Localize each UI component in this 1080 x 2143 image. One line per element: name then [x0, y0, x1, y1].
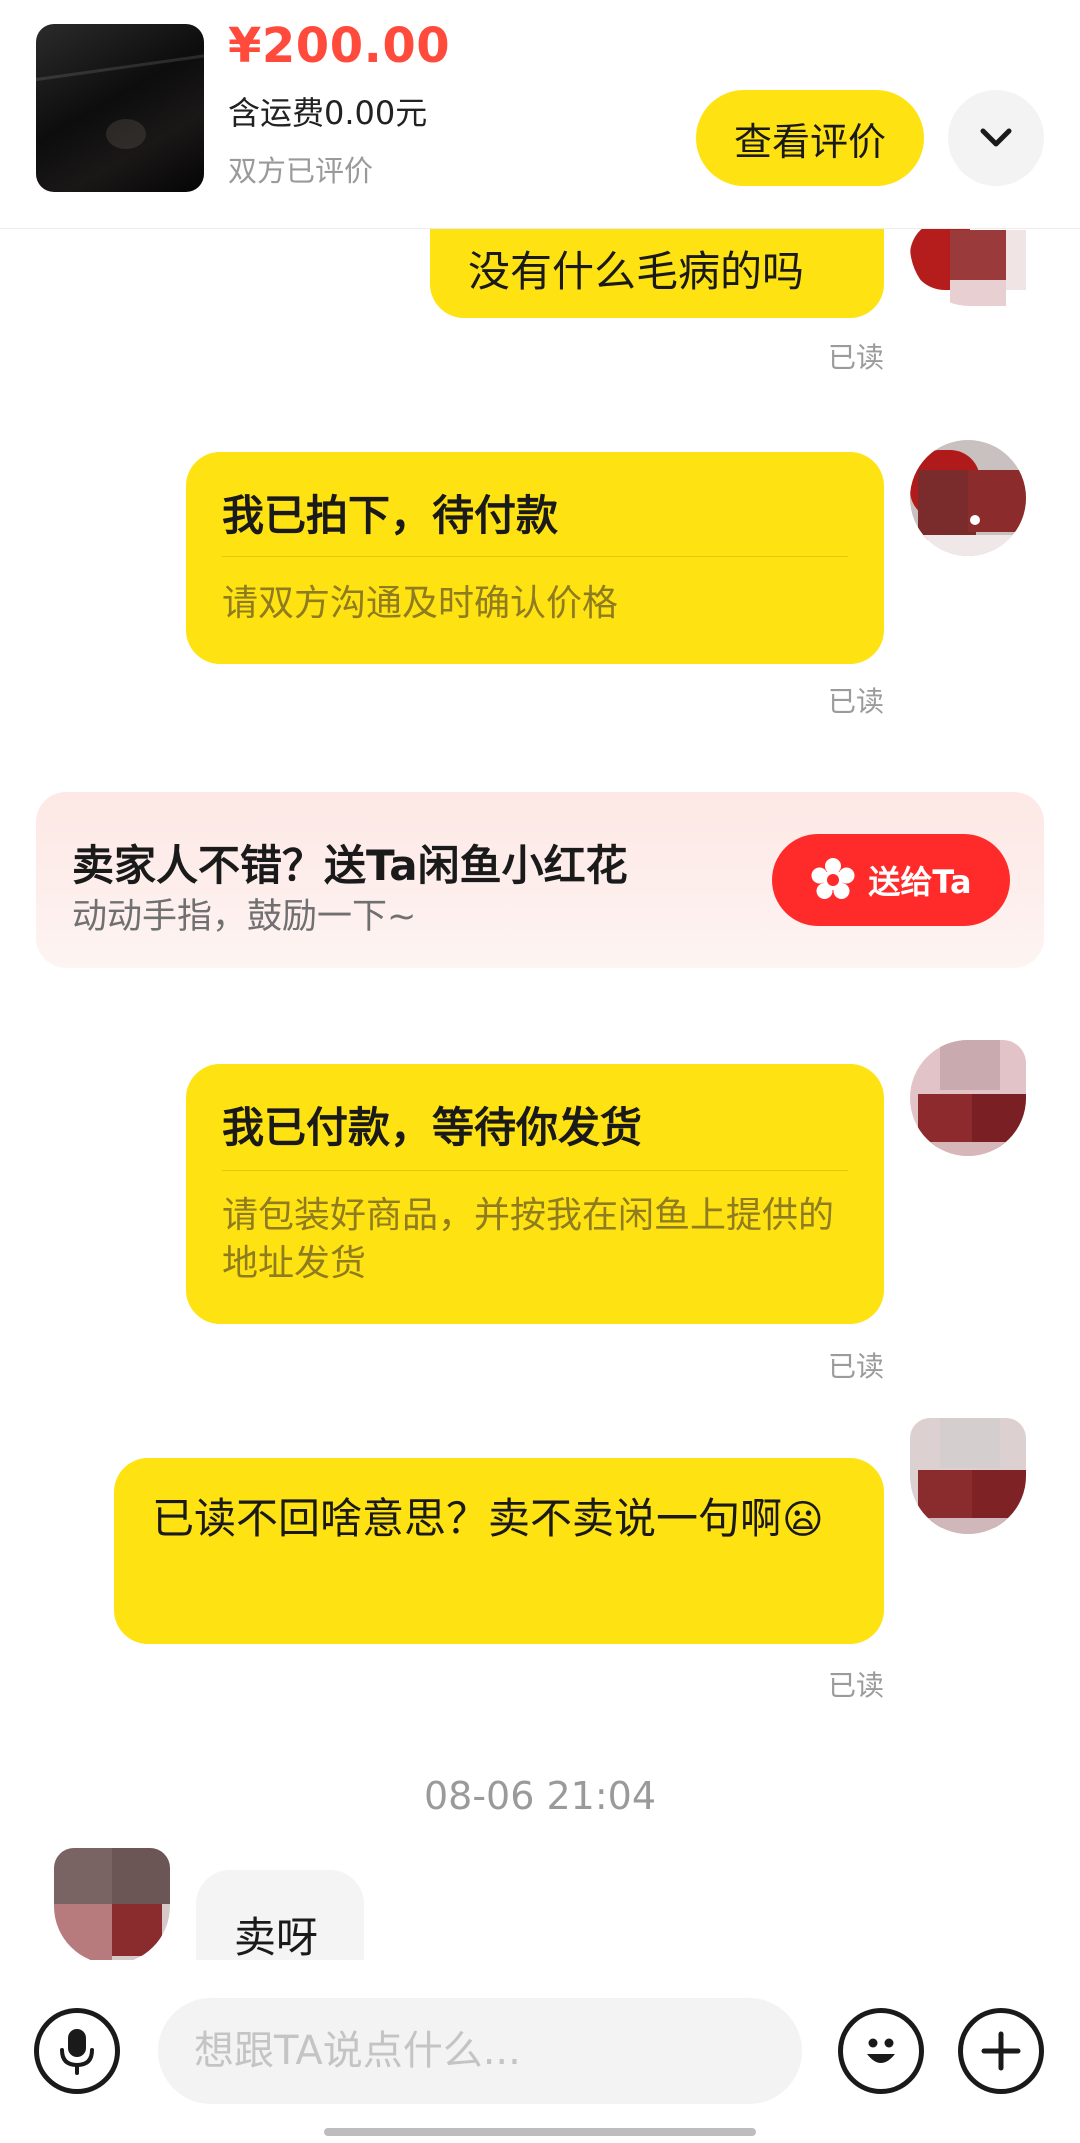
flower-icon — [811, 858, 855, 899]
card-title: 我已拍下，待付款 — [222, 491, 559, 540]
home-indicator — [324, 2128, 756, 2136]
emoji-button[interactable] — [838, 2008, 924, 2094]
microphone-icon — [60, 2029, 94, 2075]
send-flower-label: 送给Ta — [868, 863, 972, 901]
view-review-label: 查看评价 — [733, 119, 886, 164]
view-review-button[interactable]: 查看评价 — [696, 90, 924, 186]
order-status-card[interactable]: 我已付款，等待你发货 请包装好商品，并按我在闲鱼上提供的地址发货 — [186, 1064, 884, 1324]
timestamp: 08-06 21:04 — [423, 1774, 656, 1818]
avatar[interactable] — [910, 1418, 1026, 1534]
surprised-face-emoji: 😦 — [782, 1497, 824, 1543]
card-subtitle: 请包装好商品，并按我在闲鱼上提供的地址发货 — [222, 1195, 835, 1284]
message-text-content: 已读不回啥意思？卖不卖说一句啊 — [152, 1494, 783, 1543]
message-text: 已读不回啥意思？卖不卖说一句啊😦 — [152, 1486, 852, 1553]
shipping-fee: 含运费0.00元 — [228, 94, 428, 132]
card-divider — [222, 1170, 848, 1171]
review-status: 双方已评价 — [228, 154, 374, 188]
card-subtitle: 请双方沟通及时确认价格 — [222, 583, 619, 624]
product-thumbnail[interactable] — [36, 24, 204, 192]
message-bubble[interactable]: 已读不回啥意思？卖不卖说一句啊😦 — [114, 1458, 884, 1644]
read-receipt: 已读 — [827, 685, 884, 718]
order-status-card[interactable]: 我已拍下，待付款 请双方沟通及时确认价格 — [186, 452, 884, 664]
message-input[interactable] — [158, 1998, 802, 2104]
read-receipt: 已读 — [827, 1350, 884, 1383]
banner-subtitle: 动动手指，鼓励一下~ — [72, 897, 417, 937]
avatar[interactable] — [910, 1040, 1026, 1156]
avatar[interactable] — [910, 440, 1026, 556]
chevron-down-icon — [980, 128, 1012, 147]
send-flower-button[interactable]: 送给Ta — [772, 834, 1010, 926]
product-header: ¥200.00 含运费0.00元 双方已评价 查看评价 — [0, 0, 1080, 229]
more-button[interactable] — [958, 2008, 1044, 2094]
message-text: 没有什么毛病的吗 — [468, 247, 805, 296]
avatar[interactable] — [54, 1848, 170, 1964]
voice-button[interactable] — [34, 2008, 120, 2094]
message-text: 卖呀 — [234, 1913, 319, 1962]
collapse-button[interactable] — [948, 90, 1044, 186]
input-bar — [0, 1960, 1080, 2143]
card-divider — [222, 556, 848, 557]
red-flower-banner: 卖家人不错？送Ta闲鱼小红花 动动手指，鼓励一下~ 送给Ta — [36, 792, 1044, 968]
product-price: ¥200.00 — [228, 18, 451, 74]
plus-icon — [981, 2031, 1021, 2071]
read-receipt: 已读 — [827, 341, 884, 374]
read-receipt: 已读 — [827, 1669, 884, 1702]
card-title: 我已付款，等待你发货 — [222, 1103, 643, 1152]
smiley-icon — [867, 2038, 895, 2063]
banner-title: 卖家人不错？送Ta闲鱼小红花 — [72, 841, 628, 890]
